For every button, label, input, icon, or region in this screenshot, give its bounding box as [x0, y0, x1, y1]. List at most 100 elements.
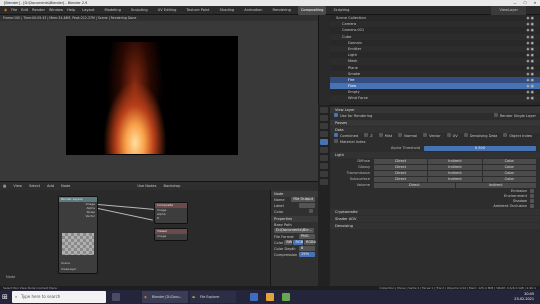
app-icon[interactable] [250, 293, 258, 301]
tab-uv-editing[interactable]: UV Editing [155, 6, 180, 15]
render-single-layer-checkbox[interactable] [493, 113, 498, 117]
pass-checkbox[interactable] [423, 133, 428, 137]
collapsed-section-header[interactable]: Denoising [330, 223, 540, 229]
light-pass-button[interactable]: Indirect [428, 170, 482, 176]
alpha-threshold-slider[interactable]: 0.500 [424, 145, 536, 151]
viewer-node[interactable]: Viewer Image [154, 228, 188, 241]
pass-checkbox[interactable] [334, 139, 338, 143]
color-mode-rgb[interactable]: RGB [293, 240, 303, 245]
folder-icon: ▬ [192, 295, 196, 299]
input-socket-z[interactable]: Z [155, 216, 187, 220]
collapsed-section-header[interactable]: Cryptomatte [330, 209, 540, 215]
node-editor-canvas[interactable]: Render Layers Image Alpha Noise Vector S… [0, 190, 270, 286]
properties-tab-icon[interactable] [320, 163, 328, 169]
light-pass-button[interactable]: Color [482, 176, 536, 182]
pass-checkbox[interactable] [446, 133, 451, 137]
pass-checkbox[interactable] [398, 133, 403, 137]
app-icon[interactable] [266, 293, 274, 301]
extra-pass-checkbox[interactable] [530, 193, 534, 198]
light-pass-button[interactable]: Direct [374, 170, 428, 176]
pass-label: Normal [404, 134, 418, 138]
pass-checkbox[interactable] [364, 133, 369, 137]
outliner-row[interactable]: Wind Force ◉ ▣ [330, 95, 540, 102]
pass-toggle[interactable]: UV [446, 133, 458, 139]
properties-tab-icon[interactable] [320, 123, 328, 129]
tab-shading[interactable]: Shading [217, 6, 238, 15]
task-view-icon[interactable] [112, 293, 120, 301]
tab-compositing[interactable]: Compositing [297, 5, 327, 15]
collapsed-section-header[interactable]: Shader AOV [330, 216, 540, 222]
properties-tab-icon[interactable] [320, 107, 328, 113]
tab-texture-paint[interactable]: Texture Paint [183, 6, 212, 15]
light-pass-button[interactable]: Direct [374, 164, 428, 170]
passes-header[interactable]: Passes [330, 120, 540, 126]
use-for-rendering-checkbox[interactable] [334, 113, 338, 117]
tab-scripting[interactable]: Scripting [330, 6, 352, 15]
extra-pass-checkbox[interactable] [530, 198, 534, 203]
pass-toggle[interactable]: Denoising Data [463, 133, 497, 139]
app-icon[interactable] [282, 293, 290, 301]
windows-start-icon[interactable]: ⊞ [2, 293, 10, 301]
taskbar-blender-task[interactable]: ◉ Blender [D:\Docu... [142, 291, 188, 303]
visibility-eye-icon[interactable]: ◉ ▣ [526, 95, 534, 101]
scene-field[interactable]: Scene [59, 261, 72, 265]
light-pass-button[interactable]: Direct [374, 182, 455, 188]
file-format-select[interactable]: PNG [299, 234, 315, 239]
pass-toggle[interactable]: Mist [378, 133, 392, 139]
properties-tab-icon[interactable] [320, 147, 328, 153]
pass-checkbox[interactable] [334, 133, 338, 137]
blender-logo-icon[interactable]: ◉ [4, 6, 7, 15]
tab-sculpting[interactable]: Sculpting [128, 6, 151, 15]
extra-pass-checkbox[interactable] [530, 188, 534, 193]
color-checkbox[interactable] [309, 209, 313, 213]
tab-animation[interactable]: Animation [241, 6, 265, 15]
light-pass-button[interactable]: Color [482, 158, 536, 164]
composite-node[interactable]: Composite Image Alpha Z [154, 202, 188, 224]
properties-tab-icon[interactable] [320, 171, 328, 177]
tab-rendering[interactable]: Rendering [270, 6, 294, 15]
properties-tab-icon[interactable] [320, 155, 328, 161]
system-clock[interactable]: 20:45 23-02-2021 [514, 292, 534, 302]
taskbar-explorer-task[interactable]: ▬ File Explorer [190, 291, 236, 303]
properties-tab-icon[interactable] [320, 179, 328, 185]
output-socket-vector[interactable]: Vector [59, 214, 97, 218]
light-pass-button[interactable]: Direct [374, 176, 428, 182]
extra-pass-row[interactable]: Ambient Occlusion [330, 203, 540, 208]
color-mode-rgba[interactable]: RGBA [303, 240, 316, 245]
menu-render[interactable]: Render [32, 6, 45, 15]
name-field[interactable]: File Output [291, 197, 315, 202]
pass-toggle[interactable]: Vector [423, 133, 441, 139]
color-mode-bw[interactable]: BW [284, 240, 293, 245]
pass-checkbox[interactable] [503, 133, 508, 137]
menu-edit[interactable]: Edit [21, 6, 28, 15]
outliner[interactable]: Scene Collection ◉ ▣ Camera ◉ ▣ Camera.001 ◉ … [330, 15, 540, 105]
properties-tab-icon[interactable] [320, 139, 328, 145]
render-layers-node[interactable]: Render Layers Image Alpha Noise Vector S… [58, 196, 98, 274]
light-pass-button[interactable]: Color [482, 164, 536, 170]
light-pass-button[interactable]: Indirect [428, 158, 482, 164]
light-pass-button[interactable]: Indirect [428, 176, 482, 182]
tab-modeling[interactable]: Modeling [102, 6, 124, 15]
label-field[interactable] [299, 203, 315, 208]
light-pass-button[interactable]: Direct [374, 158, 428, 164]
pass-checkbox[interactable] [378, 133, 383, 137]
pass-checkbox[interactable] [463, 133, 468, 137]
properties-tab-icon[interactable] [320, 115, 328, 121]
layer-field[interactable]: ViewLayer [59, 267, 78, 271]
taskbar-search-box[interactable]: ⌕ Type here to search [12, 291, 106, 303]
menu-file[interactable]: File [11, 6, 17, 15]
color-depth-select[interactable]: 8 [299, 246, 315, 251]
menu-help[interactable]: Help [67, 6, 75, 15]
tab-layout[interactable]: Layout [79, 6, 97, 15]
extra-pass-checkbox[interactable] [530, 203, 534, 208]
pass-toggle[interactable]: Object Index [503, 133, 532, 139]
properties-tab-icon[interactable] [320, 131, 328, 137]
input-socket-image[interactable]: Image [155, 234, 187, 238]
view-layer-label[interactable]: ViewLayer [491, 5, 526, 15]
base-path-field[interactable]: D:\Documents\Ble... [274, 228, 314, 233]
compression-slider[interactable]: 15% [299, 252, 315, 257]
pass-toggle[interactable]: Normal [398, 133, 417, 139]
light-pass-button[interactable]: Indirect [428, 164, 482, 170]
light-pass-button[interactable]: Color [482, 170, 536, 176]
menu-window[interactable]: Window [49, 6, 63, 15]
